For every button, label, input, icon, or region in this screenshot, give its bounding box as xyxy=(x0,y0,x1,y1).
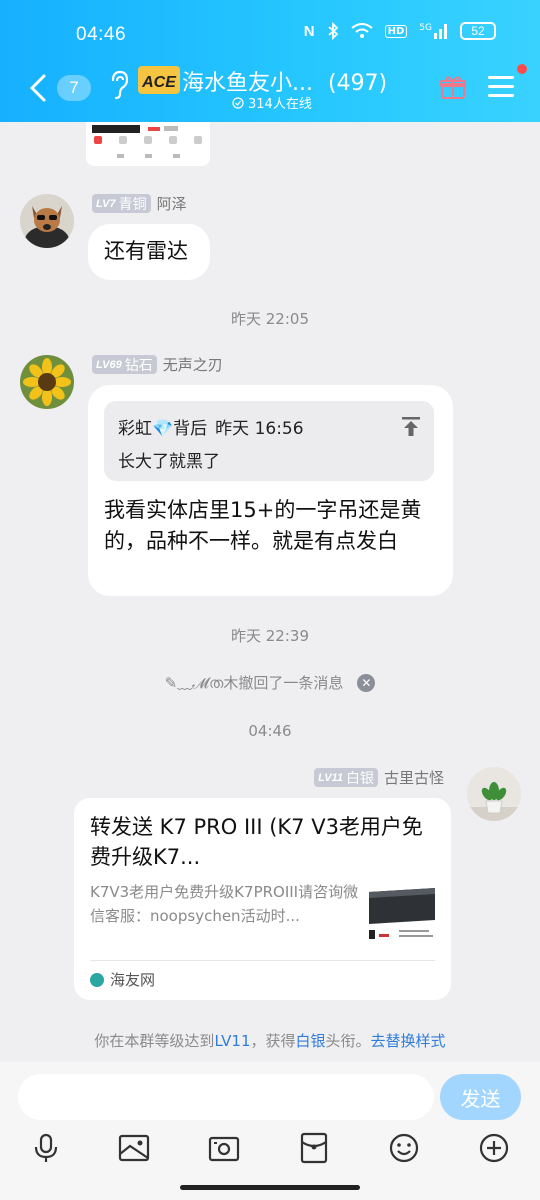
sender-meta: LV11 白银 古里古怪 xyxy=(314,767,444,788)
menu-line xyxy=(488,85,514,88)
sender-name[interactable]: 阿泽 xyxy=(157,193,187,214)
timestamp: 昨天 22:05 xyxy=(231,310,309,328)
message-input[interactable] xyxy=(18,1074,434,1120)
chat-header: 04:46 N HD 5G 52 7 ACE 海水鱼友小... (497) 31… xyxy=(0,0,540,122)
menu-line xyxy=(488,94,514,97)
recall-label: 撤回了一条消息 xyxy=(238,674,344,692)
camera-icon[interactable] xyxy=(208,1132,240,1164)
card-description: K7V3老用户免费升级K7PROIII请咨询微信客服：noopsychen活动时… xyxy=(90,883,359,925)
avatar[interactable] xyxy=(467,767,521,821)
sender-meta: LV7 青铜 阿泽 xyxy=(92,193,187,214)
level-text: LV69 xyxy=(96,358,122,371)
microphone-icon[interactable] xyxy=(30,1132,62,1164)
system-text: 头衔。 xyxy=(325,1032,371,1050)
rank-text: 青铜 xyxy=(118,196,147,213)
shared-link-card[interactable]: 转发送 K7 PRO III (K7 V3老用户免费升级K7... K7V3老用… xyxy=(74,798,451,1000)
level-text: LV7 xyxy=(96,197,116,210)
notification-dot xyxy=(517,64,527,74)
level-text: LV11 xyxy=(318,771,343,784)
card-thumbnail xyxy=(369,884,435,944)
thumb-sys xyxy=(86,154,210,158)
avatar[interactable] xyxy=(20,194,74,248)
recall-text: ✎﹏𝓜ത木撤回了一条消息 xyxy=(165,672,344,693)
unread-count-badge[interactable]: 7 xyxy=(57,75,91,101)
image-icon[interactable] xyxy=(118,1132,150,1164)
menu-button[interactable] xyxy=(488,76,514,98)
system-text: 你在本群等级达到 xyxy=(94,1032,215,1050)
product-image-icon xyxy=(369,884,435,944)
sender-name[interactable]: 无声之刃 xyxy=(163,354,223,375)
message-bubble[interactable]: 彩虹💎背后 昨天 16:56 长大了就黑了 我看实体店里15+的一字吊还是黄的，… xyxy=(88,385,453,596)
chevron-left-icon xyxy=(29,74,46,102)
level-badge: LV11 白银 xyxy=(314,768,378,787)
ear-icon[interactable] xyxy=(108,70,130,100)
recall-user[interactable]: ✎﹏𝓜ത木 xyxy=(165,674,239,692)
system-title: 白银 xyxy=(295,1032,326,1050)
thumb-block xyxy=(92,125,140,133)
level-badge: LV69 钻石 xyxy=(92,355,157,374)
check-circle-icon xyxy=(232,96,244,109)
nfc-icon: N xyxy=(303,22,315,40)
level-badge: LV7 青铜 xyxy=(92,194,151,213)
quoted-reply[interactable]: 彩虹💎背后 昨天 16:56 长大了就黑了 xyxy=(104,401,434,481)
timestamp: 昨天 22:39 xyxy=(231,627,309,645)
rank-text: 钻石 xyxy=(124,357,153,374)
menu-line xyxy=(488,76,514,79)
avatar[interactable] xyxy=(20,355,74,409)
quote-author: 彩虹💎背后 xyxy=(118,419,208,439)
online-count: 314人在线 xyxy=(248,97,312,112)
recall-notice: ✎﹏𝓜ത木撤回了一条消息 ✕ xyxy=(0,672,540,693)
send-button[interactable]: 发送 xyxy=(440,1074,521,1120)
sender-meta: LV69 钻石 无声之刃 xyxy=(92,354,223,375)
signal-icon: 5G xyxy=(419,23,448,39)
source-logo-icon xyxy=(90,972,104,987)
plus-icon[interactable] xyxy=(478,1132,510,1164)
message-text: 我看实体店里15+的一字吊还是黄的，品种不一样。就是有点发白 xyxy=(104,498,422,553)
message-bubble[interactable]: 还有雷达 xyxy=(88,224,210,280)
chat-area[interactable]: LV7 青铜 阿泽 还有雷达 昨天 22:05 LV69 钻石 无声之刃 彩虹💎背后… xyxy=(0,122,540,1062)
thumb-block xyxy=(148,127,160,131)
group-logo-text: ACE xyxy=(141,74,177,91)
nav-row: 7 ACE 海水鱼友小... (497) 314人在线 xyxy=(0,60,540,116)
replace-style-link[interactable]: 去替换样式 xyxy=(371,1032,446,1050)
rank-text: 白银 xyxy=(345,770,374,787)
card-source: 海友网 xyxy=(90,969,155,990)
red-packet-icon[interactable] xyxy=(298,1132,330,1164)
dog-avatar-icon xyxy=(20,194,74,248)
thumb-nav xyxy=(86,136,210,144)
timestamp: 04:46 xyxy=(248,722,292,740)
thumb-block xyxy=(164,126,178,131)
hd-icon: HD xyxy=(384,24,408,38)
system-message: 你在本群等级达到LV11，获得白银头衔。去替换样式 xyxy=(0,1030,540,1051)
wifi-icon xyxy=(351,23,373,39)
image-message-thumbnail[interactable] xyxy=(86,122,210,166)
close-icon[interactable]: ✕ xyxy=(357,673,376,692)
back-button[interactable] xyxy=(24,70,54,106)
message-text: 还有雷达 xyxy=(104,239,188,263)
signal-label: 5G xyxy=(419,23,432,33)
gift-icon[interactable] xyxy=(440,74,466,100)
card-divider xyxy=(90,960,435,961)
home-indicator[interactable] xyxy=(180,1185,360,1190)
online-status: 314人在线 xyxy=(232,93,312,112)
system-level: LV11 xyxy=(214,1032,251,1050)
quote-text: 长大了就黑了 xyxy=(118,452,220,472)
sunflower-avatar-icon xyxy=(20,355,74,409)
system-text: ，获得 xyxy=(250,1032,296,1050)
member-count: (497) xyxy=(327,71,388,96)
plant-avatar-icon xyxy=(467,767,521,821)
jump-to-quote-icon[interactable] xyxy=(402,415,420,436)
quote-time: 昨天 16:56 xyxy=(215,419,304,439)
source-name: 海友网 xyxy=(110,971,156,989)
status-icons: N HD 5G 52 xyxy=(304,22,496,40)
card-title: 转发送 K7 PRO III (K7 V3老用户免费升级K7... xyxy=(90,815,423,869)
battery-icon: 52 xyxy=(460,22,496,40)
bluetooth-icon xyxy=(327,22,339,40)
emoji-icon[interactable] xyxy=(388,1132,420,1164)
input-bar: 发送 xyxy=(0,1062,540,1200)
quote-header: 彩虹💎背后 昨天 16:56 xyxy=(118,414,304,445)
status-time: 04:46 xyxy=(76,24,127,45)
sender-name[interactable]: 古里古怪 xyxy=(384,767,444,788)
group-logo: ACE xyxy=(138,66,180,94)
